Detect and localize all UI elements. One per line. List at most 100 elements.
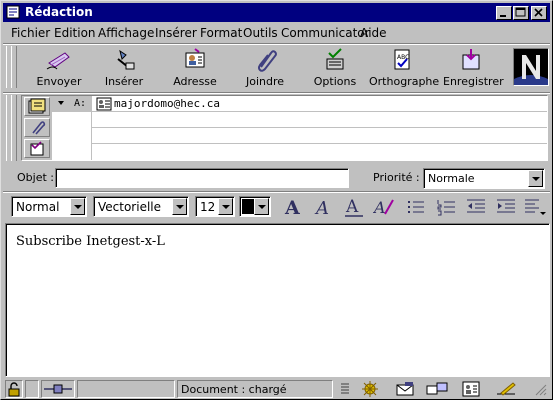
options-label: Options: [313, 75, 357, 88]
svg-text:A: A: [373, 198, 386, 217]
svg-text:A: A: [284, 197, 300, 218]
svg-text:A: A: [314, 198, 329, 218]
address-pane: A: majordomo@hec.ca: [21, 95, 548, 161]
security-pane[interactable]: [5, 380, 23, 398]
recipient-row-empty-1[interactable]: [52, 112, 547, 128]
status-empty-pane: [77, 380, 175, 398]
menu-aide[interactable]: Aide: [360, 26, 387, 40]
netscape-n-icon: [514, 49, 548, 85]
address-tabs: [22, 96, 52, 160]
address-button[interactable]: Adresse: [169, 45, 221, 91]
lock-icon: [8, 382, 20, 397]
menu-outils[interactable]: Outils: [243, 26, 278, 40]
close-button[interactable]: [531, 6, 547, 20]
alignment-button[interactable]: [523, 196, 547, 218]
italic-button[interactable]: A: [313, 196, 335, 219]
numbered-list-button[interactable]: [435, 196, 457, 218]
clear-style-button[interactable]: A: [372, 196, 395, 218]
recipient-address[interactable]: majordomo@hec.ca: [114, 97, 220, 110]
priority-label: Priorité :: [373, 171, 420, 184]
close-icon: [534, 8, 543, 17]
font-size-dropdown-button[interactable]: [218, 198, 233, 215]
recipient-type-select[interactable]: A:: [52, 96, 92, 112]
formatting-toolbar: Normal Vectorielle 12 A A A A: [3, 193, 550, 221]
tab-addresses[interactable]: [24, 97, 50, 116]
chevron-down-icon: [258, 205, 266, 209]
insert-button[interactable]: Insérer: [99, 45, 149, 91]
paragraph-style-select[interactable]: Normal: [11, 196, 87, 217]
subject-row: Objet : Priorité : Normale: [3, 165, 550, 191]
component-bar: [337, 380, 549, 398]
recipient-row[interactable]: A: majordomo@hec.ca: [52, 96, 547, 112]
font-dropdown-button[interactable]: [172, 198, 187, 215]
priority-select[interactable]: Normale: [423, 168, 545, 189]
font-select[interactable]: Vectorielle: [93, 196, 189, 217]
mailbox-icon[interactable]: [395, 380, 415, 398]
save-button[interactable]: Enregistrer: [443, 45, 504, 91]
spelling-button[interactable]: ABC Orthographe: [369, 45, 440, 91]
decrease-indent-button[interactable]: [465, 196, 487, 218]
options-button[interactable]: Options: [309, 45, 361, 91]
title-bar[interactable]: Rédaction: [3, 3, 550, 22]
component-grip-icon[interactable]: [339, 381, 351, 397]
message-options-icon: [30, 141, 44, 156]
tab-options[interactable]: [24, 139, 50, 158]
outdent-icon: [467, 199, 485, 213]
minimize-button[interactable]: [496, 6, 512, 20]
send-button[interactable]: Envoyer: [31, 45, 87, 91]
paperclip-icon: [32, 121, 46, 135]
paragraph-style-value: Normal: [16, 200, 60, 214]
large-a-icon: A: [284, 197, 300, 219]
attach-button[interactable]: Joindre: [239, 45, 291, 91]
status-text-pane: Document : chargé: [177, 380, 333, 398]
address-card-icon: [28, 98, 46, 114]
netscape-logo[interactable]: [513, 48, 549, 86]
maximize-button[interactable]: [513, 6, 529, 20]
subject-label: Objet :: [17, 171, 54, 184]
chevron-down-icon: [74, 205, 82, 209]
toolbar-grip-2: [11, 46, 17, 88]
menu-edition[interactable]: Edition: [54, 26, 96, 40]
connection-pane[interactable]: [41, 380, 75, 398]
message-text[interactable]: Subscribe Inetgest-x-L: [16, 234, 165, 249]
status-bar: Document : chargé: [3, 379, 550, 399]
address-book-icon[interactable]: [461, 380, 481, 398]
composer-icon[interactable]: [495, 380, 519, 398]
text-color-select[interactable]: [239, 196, 271, 217]
menu-inserer[interactable]: Insérer: [155, 26, 197, 40]
underline-button[interactable]: A: [343, 196, 365, 218]
menu-fichier[interactable]: Fichier: [11, 26, 50, 40]
minimize-icon: [500, 15, 506, 17]
message-body[interactable]: Subscribe Inetgest-x-L: [5, 223, 550, 377]
clear-style-icon: A: [372, 198, 394, 217]
address-label: Adresse: [173, 75, 217, 88]
spelling-icon: ABC: [394, 49, 410, 70]
increase-font-button[interactable]: A: [283, 196, 305, 219]
navigator-icon[interactable]: [361, 380, 379, 398]
resize-grip-icon[interactable]: [533, 382, 547, 396]
tab-attachments[interactable]: [24, 118, 50, 137]
svg-text:A: A: [345, 197, 359, 217]
menu-affichage[interactable]: Affichage: [98, 26, 154, 40]
insert-label: Insérer: [104, 75, 144, 88]
toolbar-divider: [3, 92, 550, 94]
attach-label: Joindre: [245, 75, 285, 88]
menu-bar: Fichier Edition Affichage Insérer Format…: [3, 23, 550, 43]
font-size-select[interactable]: 12: [195, 196, 235, 217]
increase-indent-button[interactable]: [495, 196, 517, 218]
text-color-dropdown-button[interactable]: [254, 198, 269, 215]
discussion-icon[interactable]: [425, 380, 449, 398]
paragraph-style-dropdown-button[interactable]: [70, 198, 85, 215]
bullet-list-button[interactable]: [405, 196, 427, 218]
menu-format[interactable]: Format: [200, 26, 242, 40]
priority-dropdown-button[interactable]: [528, 170, 543, 187]
menu-communicator[interactable]: Communicator: [281, 26, 370, 40]
subject-input[interactable]: [55, 168, 349, 188]
address-book-icon: [185, 48, 205, 68]
window-title: Rédaction: [25, 5, 93, 19]
options-icon: [326, 48, 344, 70]
bullet-list-icon: [408, 201, 424, 213]
recipient-row-empty-2[interactable]: [52, 128, 547, 144]
recipient-row-empty-3[interactable]: [52, 144, 547, 160]
spelling-label: Orthographe: [369, 75, 440, 88]
